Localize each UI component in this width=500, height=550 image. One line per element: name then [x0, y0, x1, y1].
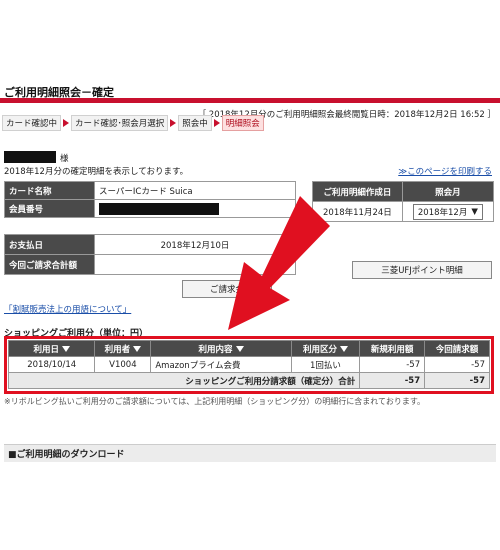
member-number-redacted — [99, 202, 219, 215]
mufg-points-button[interactable]: 三菱UFJポイント明細 — [352, 261, 492, 279]
customer-name-redacted — [4, 151, 56, 163]
sort-icon — [61, 346, 70, 352]
total-row: ショッピングご利用分請求額（確定分）合計 -57 -57 — [7, 372, 490, 389]
card-info-table: カード名称 スーパーICカード Suica 会員番号 — [4, 181, 296, 218]
member-number-label: 会員番号 — [4, 199, 95, 218]
intro-text: 2018年12月分の確定明細を表示しております。 — [4, 167, 189, 177]
step-arrow-icon — [213, 119, 220, 127]
total-new-amount: -57 — [359, 372, 426, 389]
step-arrow-icon — [170, 119, 177, 127]
month-select-value: 2018年12月 — [417, 207, 468, 218]
download-section-heading: ■ご利用明細のダウンロード — [4, 444, 496, 462]
created-date-label: ご利用明細作成日 — [312, 181, 403, 202]
row-new-amount: -57 — [359, 356, 426, 373]
payment-table: お支払日 2018年12月10日 今回ご請求合計額 - — [4, 234, 296, 275]
revolving-note: ※リボルビング払いご利用分のご請求額については、上記利用明細（ショッピング分）の… — [4, 397, 426, 406]
row-description: Amazonプライム会費 — [150, 356, 292, 373]
print-page-link[interactable]: ≫このページを印刷する — [398, 165, 492, 177]
total-label: ショッピングご利用分請求額（確定分）合計 — [7, 372, 361, 389]
sort-icon — [133, 346, 142, 352]
row-date: 2018/10/14 — [7, 356, 96, 373]
month-cell: 2018年12月 ▼ — [401, 201, 495, 222]
step-arrow-icon — [63, 119, 70, 127]
installment-terms-link[interactable]: 「割賦販売法上の用語について」 — [4, 303, 131, 315]
chevron-down-icon: ▼ — [471, 206, 478, 217]
header-divider — [0, 98, 500, 103]
sort-icon — [235, 346, 244, 352]
card-name-value: スーパーICカード Suica — [94, 181, 296, 200]
step-card-check: カード確認中 — [2, 115, 62, 131]
payment-date-label: お支払日 — [4, 234, 95, 255]
row-type: 1回払い — [290, 356, 361, 373]
step-statement: 明細照会 — [221, 115, 264, 131]
statement-date-table: ご利用明細作成日 照会月 2018年11月24日 2018年12月 ▼ — [312, 181, 495, 222]
shopping-table: 利用日 利用者 利用内容 利用区分 新規利用額 今回請求額 2018/10/14… — [7, 340, 490, 389]
month-select[interactable]: 2018年12月 ▼ — [412, 203, 483, 220]
table-row: 2018/10/14 V1004 Amazonプライム会費 1回払い -57 -… — [7, 356, 490, 373]
member-number-value — [94, 199, 296, 218]
sort-icon — [339, 346, 348, 352]
billing-detail-button[interactable]: ご請求金 — [182, 280, 272, 298]
payment-date-value: 2018年12月10日 — [94, 234, 296, 255]
card-name-label: カード名称 — [4, 181, 95, 200]
col-user-header[interactable]: 利用者 — [94, 340, 152, 357]
month-label: 照会月 — [401, 181, 495, 202]
col-date-header[interactable]: 利用日 — [7, 340, 96, 357]
col-type-header[interactable]: 利用区分 — [290, 340, 361, 357]
step-month-select: カード確認･照会月選択 — [71, 115, 169, 131]
billing-total-label: 今回ご請求合計額 — [4, 254, 95, 275]
col-billed-amount-header: 今回請求額 — [424, 340, 490, 357]
col-description-header[interactable]: 利用内容 — [150, 340, 292, 357]
billing-total-value: - — [94, 254, 296, 275]
total-billed-amount: -57 — [424, 372, 490, 389]
progress-steps: カード確認中 カード確認･照会月選択 照会中 明細照会 — [2, 115, 264, 131]
row-user: V1004 — [94, 356, 152, 373]
col-new-amount-header: 新規利用額 — [359, 340, 426, 357]
step-inquiry: 照会中 — [178, 115, 212, 131]
row-billed-amount: -57 — [424, 356, 490, 373]
honorific: 様 — [60, 154, 69, 164]
created-date-value: 2018年11月24日 — [312, 201, 403, 222]
